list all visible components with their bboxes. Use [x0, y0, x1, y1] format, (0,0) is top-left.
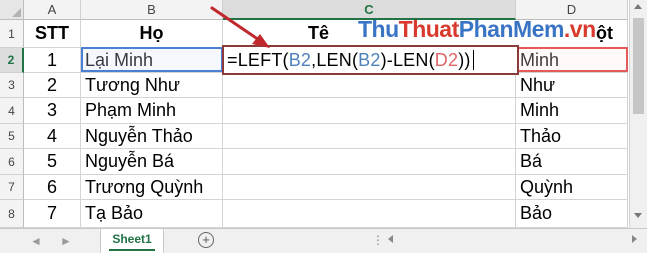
- more-options-icon[interactable]: ⋮: [372, 233, 385, 247]
- annotation-arrow-icon: [210, 6, 270, 48]
- next-sheet-icon[interactable]: ►: [60, 234, 72, 248]
- scroll-right-icon[interactable]: [632, 235, 637, 243]
- sheet-tab-bar: ◄ ► Sheet1 + ⋮: [0, 228, 647, 253]
- add-sheet-icon[interactable]: +: [198, 232, 214, 248]
- worksheet-grid[interactable]: A B C D 1 2 3 4 5 6 7 8 STT Họ Tê ột 1 L…: [0, 0, 647, 228]
- tab-sheet1[interactable]: Sheet1: [100, 229, 164, 253]
- prev-sheet-icon[interactable]: ◄: [30, 234, 42, 248]
- scroll-left-icon[interactable]: [388, 235, 393, 243]
